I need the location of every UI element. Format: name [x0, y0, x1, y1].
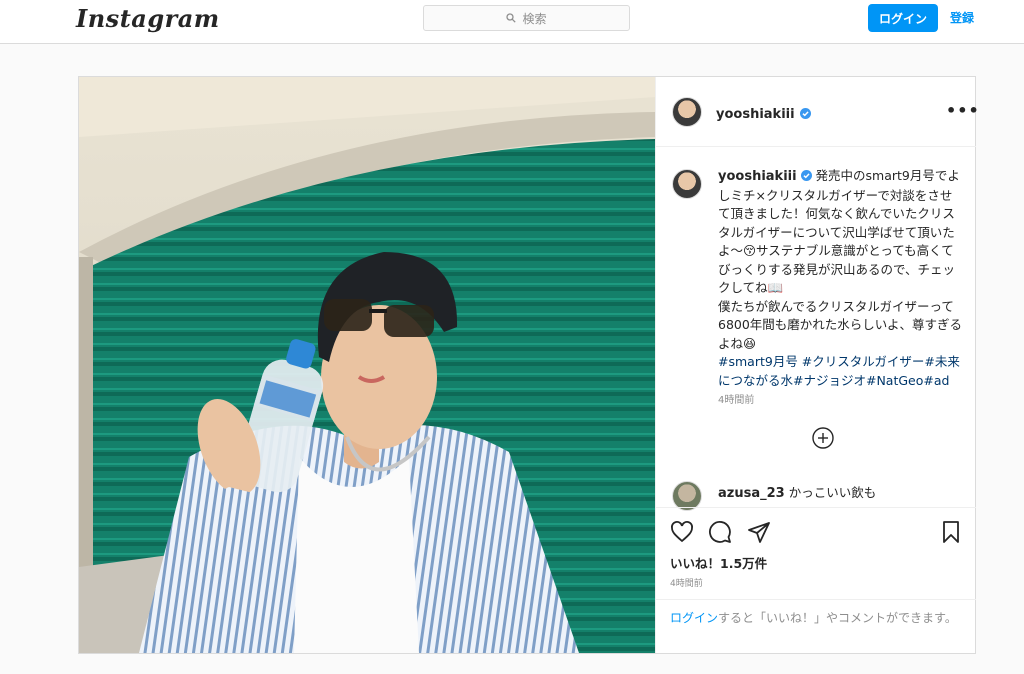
- author-username[interactable]: yooshiakiii: [716, 107, 795, 122]
- bookmark-icon[interactable]: [939, 520, 963, 544]
- comment-text: かっこいい飲も: [788, 485, 877, 500]
- post-caption: yooshiakiii 発売中のsmart9月号でよしミチ×クリスタルガイザーで…: [718, 167, 963, 390]
- post-timestamp: 4時間前: [670, 579, 703, 589]
- comment-username[interactable]: azusa_23: [718, 486, 785, 501]
- post-sidebar: yooshiakiii ••• yooshiakiii 発売中のsmart9月号…: [655, 77, 979, 653]
- login-link[interactable]: ログイン: [670, 611, 718, 625]
- search-input[interactable]: 検索: [423, 5, 630, 31]
- like-heart-icon[interactable]: [670, 520, 694, 544]
- caption-timestamp: 4時間前: [718, 395, 755, 406]
- instagram-logo[interactable]: Instagram: [76, 4, 220, 33]
- post-photo[interactable]: [79, 77, 655, 653]
- search-icon: [506, 13, 517, 23]
- verified-badge-icon: [800, 170, 812, 181]
- load-more-comments-icon[interactable]: [812, 427, 834, 449]
- caption-avatar[interactable]: [672, 169, 702, 199]
- signup-link[interactable]: 登録: [950, 9, 974, 26]
- post-image: [79, 77, 655, 653]
- post-card: yooshiakiii ••• yooshiakiii 発売中のsmart9月号…: [78, 76, 979, 654]
- caption-hashtags[interactable]: #smart9月号 #クリスタルガイザー#未来につながる水#ナジョジオ#NatG…: [718, 354, 960, 388]
- search-placeholder: 検索: [522, 11, 547, 26]
- top-navigation-bar: Instagram 検索 ログイン 登録: [0, 0, 1024, 44]
- author-name-wrap: yooshiakiii: [716, 103, 811, 122]
- post-header: yooshiakiii •••: [656, 77, 979, 147]
- comment-item: azusa_23 かっこいい飲も: [718, 482, 876, 501]
- comment-bubble-icon[interactable]: [708, 520, 732, 544]
- caption-username[interactable]: yooshiakiii: [718, 169, 797, 184]
- login-button[interactable]: ログイン: [868, 4, 938, 32]
- share-send-icon[interactable]: [747, 520, 771, 544]
- action-bar-divider: [656, 507, 976, 508]
- like-count[interactable]: いいね！1.5万件: [670, 553, 767, 572]
- caption-text-2: 僕たちが飲んでるクリスタルガイザーって6800年間も磨かれた水らしいよ、尊すぎる…: [718, 298, 963, 351]
- more-options-icon[interactable]: •••: [946, 101, 980, 120]
- author-avatar[interactable]: [672, 97, 702, 127]
- login-prompt-text: すると「いいね！」やコメントができます。: [718, 611, 957, 625]
- verified-badge-icon: [799, 108, 811, 119]
- login-prompt: ログインすると「いいね！」やコメントができます。: [656, 599, 976, 637]
- caption-text: 発売中のsmart9月号でよしミチ×クリスタルガイザーで対談をさせて頂きました！…: [718, 168, 960, 295]
